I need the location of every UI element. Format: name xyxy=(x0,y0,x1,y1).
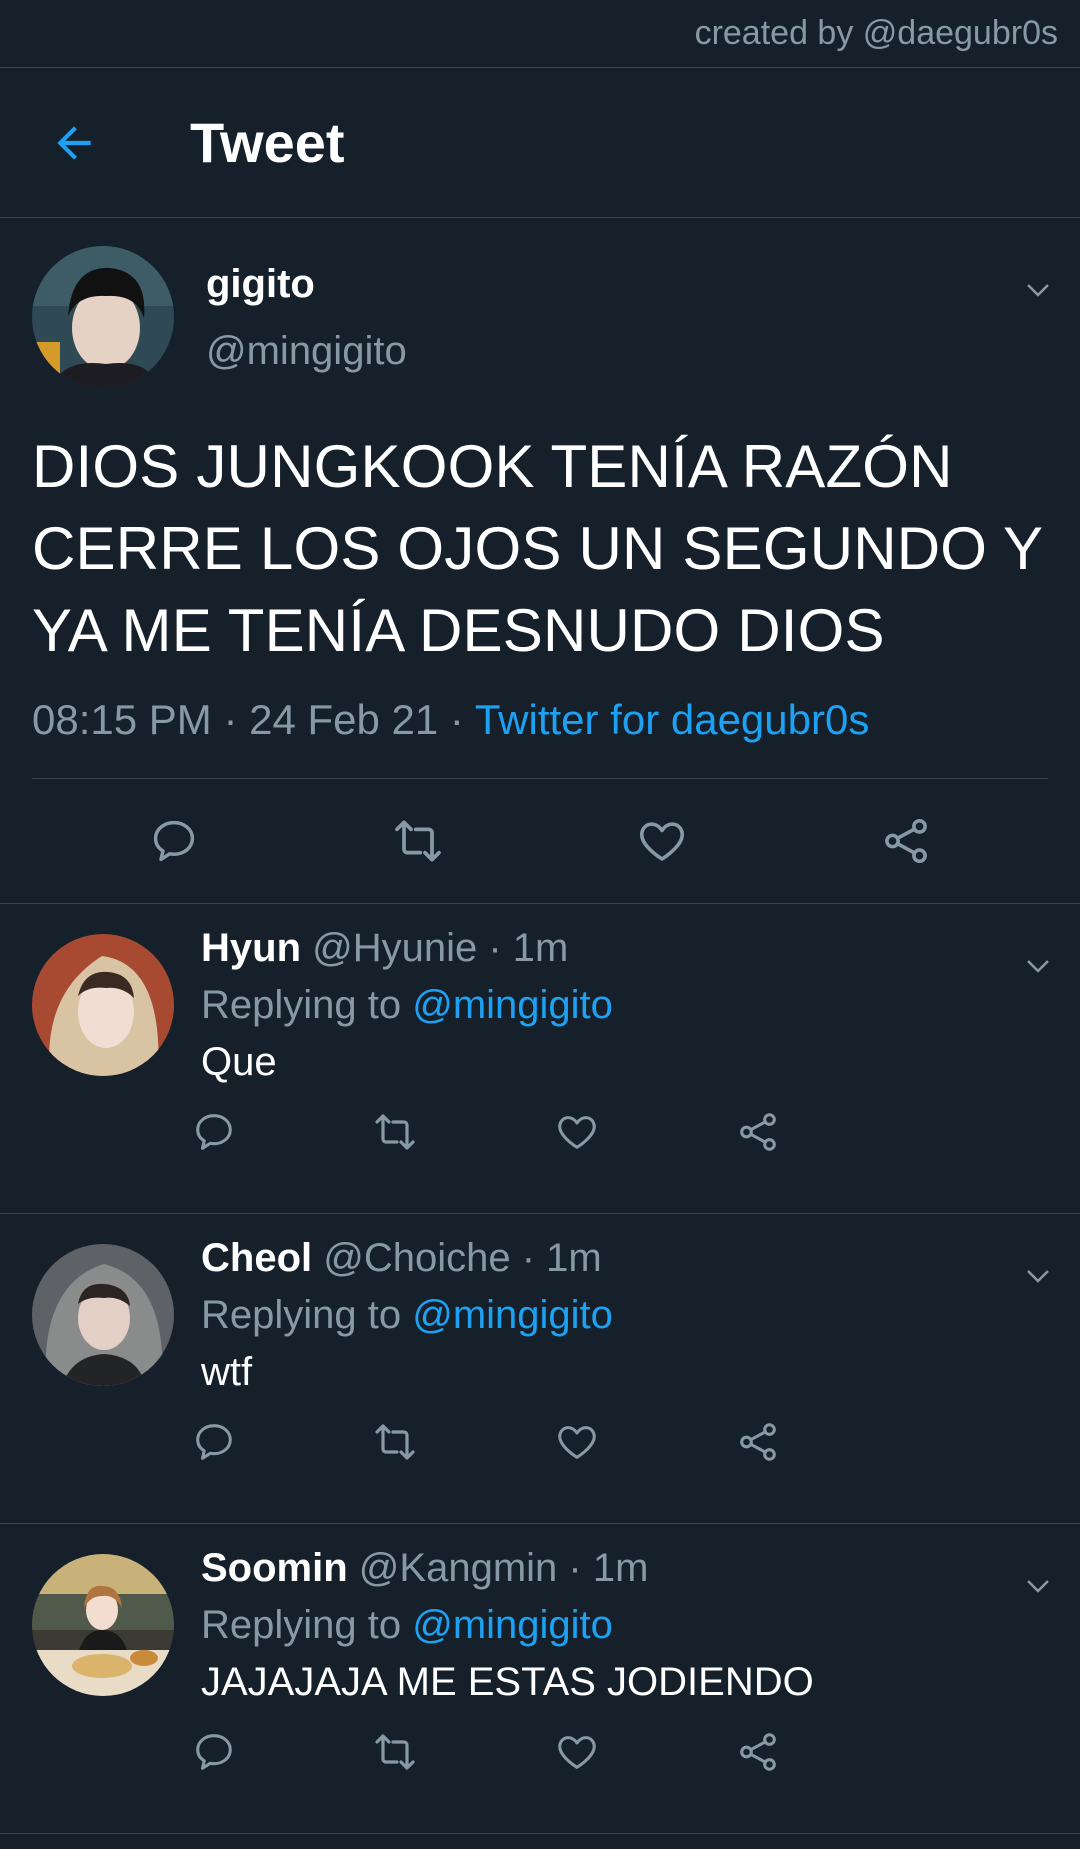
retweet-icon xyxy=(375,1114,415,1150)
comment-icon xyxy=(153,820,195,862)
reply-author-name[interactable]: Hyun xyxy=(201,926,301,970)
tweet-meta: 08:15 PM · 24 Feb 21 · Twitter for daegu… xyxy=(32,696,1048,779)
heart-icon xyxy=(557,1736,596,1769)
divider xyxy=(0,1833,1080,1834)
chevron-down-icon xyxy=(1027,1580,1049,1593)
reply-actions xyxy=(186,1724,786,1780)
retweet-button[interactable] xyxy=(383,806,453,876)
like-button[interactable] xyxy=(549,1414,605,1470)
tweet-timestamp: 08:15 PM · 24 Feb 21 · xyxy=(32,696,475,743)
main-tweet: gigito @mingigito DIOS JUNGKOOK TENÍA RA… xyxy=(0,218,1080,903)
replying-to-label: Replying to xyxy=(201,1603,413,1647)
replying-to: Replying to @mingigito xyxy=(201,1293,1000,1338)
chevron-down-icon xyxy=(1027,960,1049,973)
heart-icon xyxy=(640,822,684,861)
reply-actions xyxy=(186,1414,786,1470)
retweet-button[interactable] xyxy=(367,1104,423,1160)
comment-icon xyxy=(196,1424,232,1460)
tweet-source-link[interactable]: Twitter for daegubr0s xyxy=(475,696,870,743)
page-title: Tweet xyxy=(190,111,345,174)
reply-button[interactable] xyxy=(186,1414,242,1470)
reply-author-handle[interactable]: @Choiche xyxy=(323,1236,510,1280)
comment-icon xyxy=(196,1734,232,1770)
reply-author-handle[interactable]: @Hyunie xyxy=(312,926,477,970)
reply-button[interactable] xyxy=(186,1104,242,1160)
reply-header: Cheol @Choiche · 1m xyxy=(201,1236,1000,1281)
like-button[interactable] xyxy=(549,1724,605,1780)
avatar[interactable] xyxy=(32,1554,174,1696)
reply-button[interactable] xyxy=(186,1724,242,1780)
arrow-left-icon xyxy=(57,125,91,160)
reply-menu-button[interactable] xyxy=(1016,1254,1060,1298)
reply-button[interactable] xyxy=(139,806,209,876)
reply-author-name[interactable]: Soomin xyxy=(201,1546,348,1590)
reply-time: · 1m xyxy=(568,1546,649,1590)
retweet-icon xyxy=(375,1734,415,1770)
avatar[interactable] xyxy=(32,1244,174,1386)
heart-icon xyxy=(557,1116,596,1149)
tweet-menu-button[interactable] xyxy=(1016,268,1060,312)
share-icon xyxy=(740,1113,776,1151)
mention-link[interactable]: @mingigito xyxy=(412,1603,613,1647)
share-button[interactable] xyxy=(730,1724,786,1780)
mention-link[interactable]: @mingigito xyxy=(412,983,613,1027)
reply-menu-button[interactable] xyxy=(1016,944,1060,988)
tweet-text: DIOS JUNGKOOK TENÍA RAZÓN CERRE LOS OJOS… xyxy=(32,433,1043,664)
reply-time: · 1m xyxy=(488,926,569,970)
share-button[interactable] xyxy=(730,1104,786,1160)
reply-header: Soomin @Kangmin · 1m xyxy=(201,1546,1000,1591)
retweet-button[interactable] xyxy=(367,1414,423,1470)
share-icon xyxy=(740,1423,776,1461)
chevron-down-icon xyxy=(1027,284,1049,297)
comment-icon xyxy=(196,1114,232,1150)
avatar[interactable] xyxy=(32,246,174,388)
like-button[interactable] xyxy=(627,806,697,876)
replying-to: Replying to @mingigito xyxy=(201,1603,1000,1648)
reply-author-name[interactable]: Cheol xyxy=(201,1236,312,1280)
retweet-button[interactable] xyxy=(367,1724,423,1780)
author-name[interactable]: gigito xyxy=(206,262,407,307)
back-button[interactable] xyxy=(34,103,114,183)
retweet-icon xyxy=(395,820,441,862)
reply-menu-button[interactable] xyxy=(1016,1564,1060,1608)
tweet-actions xyxy=(32,779,1048,903)
share-button[interactable] xyxy=(871,806,941,876)
mention-link[interactable]: @mingigito xyxy=(412,1293,613,1337)
replying-to-label: Replying to xyxy=(201,983,413,1027)
reply-tweet[interactable]: Cheol @Choiche · 1m Replying to @mingigi… xyxy=(0,1213,1080,1523)
reply-header: Hyun @Hyunie · 1m xyxy=(201,926,1000,971)
avatar[interactable] xyxy=(32,934,174,1076)
reply-author-handle[interactable]: @Kangmin xyxy=(359,1546,557,1590)
author-handle[interactable]: @mingigito xyxy=(206,329,407,374)
top-bar: Tweet xyxy=(0,68,1080,218)
chevron-down-icon xyxy=(1027,1270,1049,1283)
replying-to: Replying to @mingigito xyxy=(201,983,1000,1028)
heart-icon xyxy=(557,1426,596,1459)
reply-text: JAJAJAJA ME ESTAS JODIENDO xyxy=(201,1660,814,1704)
reply-tweet[interactable]: Soomin @Kangmin · 1m Replying to @mingig… xyxy=(0,1523,1080,1833)
reply-time: · 1m xyxy=(521,1236,602,1280)
retweet-icon xyxy=(375,1424,415,1460)
watermark: created by @daegubr0s xyxy=(0,0,1080,68)
share-button[interactable] xyxy=(730,1414,786,1470)
like-button[interactable] xyxy=(549,1104,605,1160)
reply-text: wtf xyxy=(201,1350,253,1394)
share-icon xyxy=(885,818,927,864)
replying-to-label: Replying to xyxy=(201,1293,413,1337)
reply-tweet[interactable]: Hyun @Hyunie · 1m Replying to @mingigito… xyxy=(0,903,1080,1213)
reply-actions xyxy=(186,1104,786,1160)
share-icon xyxy=(740,1733,776,1771)
reply-text: Que xyxy=(201,1040,277,1084)
